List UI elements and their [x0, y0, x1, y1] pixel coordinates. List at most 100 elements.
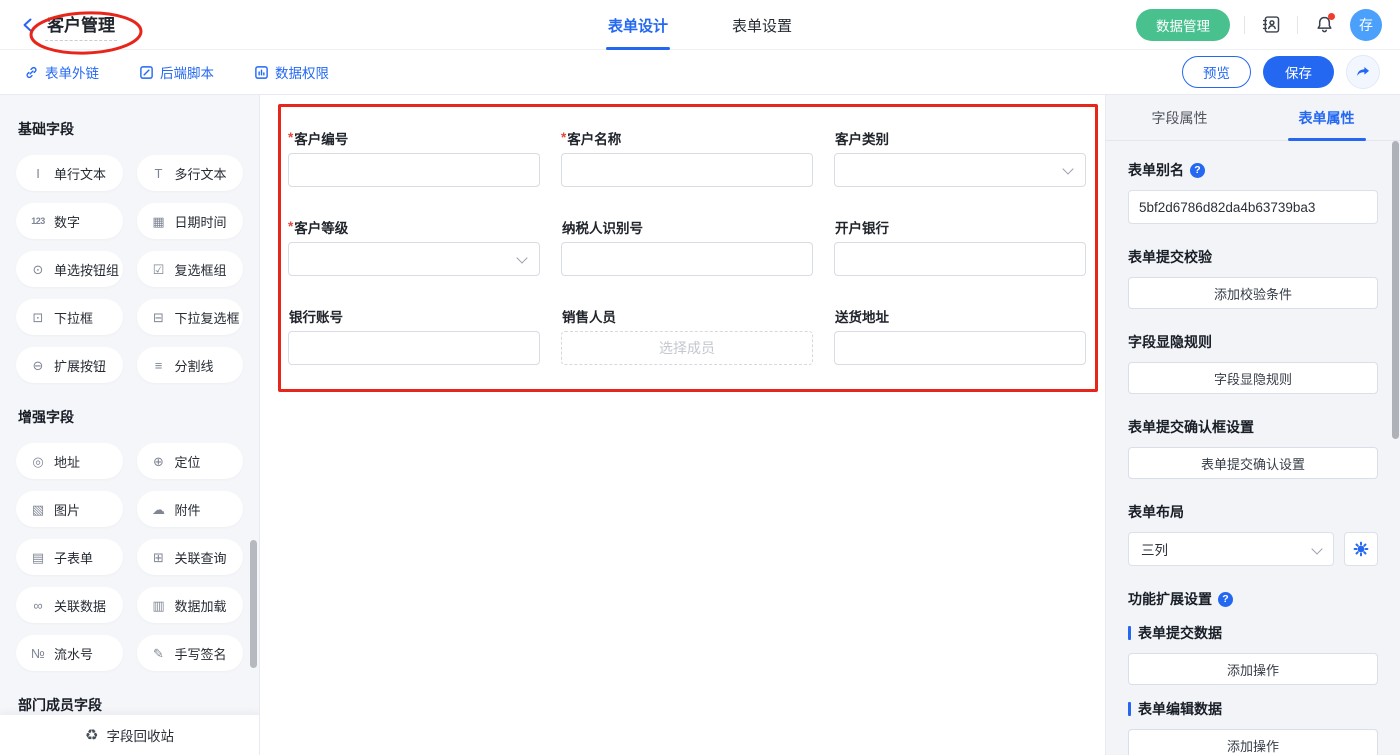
field-recycle-bin[interactable]: ♻ 字段回收站 [0, 715, 259, 755]
save-button[interactable]: 保存 [1263, 56, 1334, 88]
tab-form-settings[interactable]: 表单设置 [728, 0, 796, 50]
linked-data-icon: ∞ [29, 599, 47, 612]
submit-confirm-button[interactable]: 表单提交确认设置 [1128, 447, 1378, 479]
chevron-down-icon [1311, 543, 1322, 554]
canvas-field-customer-code[interactable]: *客户编号 [288, 128, 540, 187]
submit-confirm-label: 表单提交确认框设置 [1128, 417, 1378, 437]
panel-scrollbar[interactable] [1392, 141, 1399, 439]
serial-icon: № [29, 647, 47, 660]
canvas-field-taxpayer-id[interactable]: 纳税人识别号 [561, 217, 813, 276]
address-icon: ◎ [29, 455, 47, 468]
customer-name-input[interactable] [561, 153, 813, 187]
delivery-address-input[interactable] [834, 331, 1086, 365]
taxpayer-id-input[interactable] [561, 242, 813, 276]
field-type-checkbox-group[interactable]: ☑复选框组 [137, 251, 244, 287]
canvas-field-sales-member[interactable]: 销售人员 选择成员 [561, 306, 813, 365]
tab-form-design[interactable]: 表单设计 [604, 0, 672, 50]
field-label: 纳税人识别号 [561, 217, 813, 236]
avatar[interactable]: 存 [1350, 9, 1382, 41]
field-type-linked-query[interactable]: ⊞关联查询 [137, 539, 244, 575]
field-type-datetime[interactable]: ▦日期时间 [137, 203, 244, 239]
required-mark: * [288, 219, 293, 234]
add-check-condition-button[interactable]: 添加校验条件 [1128, 277, 1378, 309]
notification-badge [1328, 13, 1335, 20]
canvas-field-customer-category[interactable]: 客户类别 [834, 128, 1086, 187]
field-type-label: 数字 [54, 212, 80, 231]
field-type-radio-group[interactable]: ⊙单选按钮组 [16, 251, 123, 287]
field-type-serial-number[interactable]: № 流水号 [16, 635, 123, 671]
share-button[interactable] [1346, 55, 1380, 89]
canvas-field-bank-name[interactable]: 开户银行 [834, 217, 1086, 276]
field-type-divider[interactable]: ≡分割线 [137, 347, 244, 383]
field-type-attachment[interactable]: ☁附件 [137, 491, 244, 527]
layout-select[interactable]: 三列 [1128, 532, 1334, 566]
bank-name-input[interactable] [834, 242, 1086, 276]
field-type-image[interactable]: ▧图片 [16, 491, 123, 527]
field-type-signature[interactable]: ✎手写签名 [137, 635, 244, 671]
visibility-rules-button[interactable]: 字段显隐规则 [1128, 362, 1378, 394]
image-icon: ▧ [29, 503, 47, 516]
submit-data-add-button[interactable]: 添加操作 [1128, 653, 1378, 685]
field-type-label: 关联数据 [54, 596, 106, 615]
divider [1244, 16, 1245, 34]
field-type-label: 流水号 [54, 644, 93, 663]
location-icon: ⊕ [150, 455, 168, 468]
customer-level-select[interactable] [288, 242, 540, 276]
data-manage-button[interactable]: 数据管理 [1136, 9, 1230, 41]
script-icon [139, 65, 154, 80]
canvas-field-delivery-address[interactable]: 送货地址 [834, 306, 1086, 365]
multi-line-text-icon: T [150, 167, 168, 180]
layout-settings-button[interactable] [1344, 532, 1378, 566]
section-title-member-fields: 部门成员字段 [18, 695, 243, 715]
customer-category-select[interactable] [834, 153, 1086, 187]
share-arrow-icon [1354, 63, 1372, 81]
field-type-extend-button[interactable]: ⊖扩展按钮 [16, 347, 123, 383]
field-label: 银行账号 [288, 306, 540, 325]
field-type-dropdown[interactable]: ⊡下拉框 [16, 299, 123, 335]
customer-code-input[interactable] [288, 153, 540, 187]
bank-account-input[interactable] [288, 331, 540, 365]
external-link-button[interactable]: 表单外链 [24, 62, 99, 82]
backend-script-button[interactable]: 后端脚本 [139, 62, 214, 82]
field-type-single-line-text[interactable]: I单行文本 [16, 155, 123, 191]
tab-field-properties[interactable]: 字段属性 [1106, 95, 1253, 140]
field-type-number[interactable]: 123数字 [16, 203, 123, 239]
required-mark: * [288, 130, 293, 145]
page-title[interactable]: 客户管理 [45, 9, 117, 41]
sidebar-scrollbar[interactable] [250, 540, 257, 668]
extension-settings-label: 功能扩展设置 [1128, 589, 1378, 609]
field-type-label: 手写签名 [175, 644, 227, 663]
field-type-subform[interactable]: ▤子表单 [16, 539, 123, 575]
notification-bell-icon[interactable] [1312, 13, 1336, 37]
layout-select-value: 三列 [1141, 539, 1168, 559]
sales-member-picker[interactable]: 选择成员 [561, 331, 813, 365]
form-designer-app: 客户管理 表单设计 表单设置 数据管理 [0, 0, 1400, 755]
tab-form-properties[interactable]: 表单属性 [1253, 95, 1400, 140]
data-permission-label: 数据权限 [275, 62, 329, 82]
edit-data-add-button[interactable]: 添加操作 [1128, 729, 1378, 755]
data-permission-button[interactable]: 数据权限 [254, 62, 329, 82]
field-type-linked-data[interactable]: ∞ 关联数据 [16, 587, 123, 623]
form-layout-label: 表单布局 [1128, 502, 1378, 522]
chevron-down-icon [1062, 163, 1073, 174]
contacts-icon[interactable] [1259, 13, 1283, 37]
form-canvas[interactable]: *客户编号 *客户名称 客户类别 *客户等级 纳税人识别号 [260, 95, 1105, 755]
preview-button[interactable]: 预览 [1182, 56, 1251, 88]
field-type-data-load[interactable]: ▥数据加载 [137, 587, 244, 623]
chevron-down-icon [516, 252, 527, 263]
field-type-location[interactable]: ⊕定位 [137, 443, 244, 479]
field-type-label: 关联查询 [175, 548, 227, 567]
help-icon[interactable] [1218, 592, 1233, 607]
canvas-field-bank-account[interactable]: 银行账号 [288, 306, 540, 365]
divider [1297, 16, 1298, 34]
field-type-multi-line-text[interactable]: T多行文本 [137, 155, 244, 191]
checkbox-group-icon: ☑ [150, 263, 168, 276]
canvas-field-customer-level[interactable]: *客户等级 [288, 217, 540, 276]
field-type-multi-dropdown[interactable]: ⊟下拉复选框 [137, 299, 244, 335]
canvas-field-customer-name[interactable]: *客户名称 [561, 128, 813, 187]
form-alias-input[interactable] [1128, 190, 1378, 224]
help-icon[interactable] [1190, 163, 1205, 178]
back-button[interactable] [20, 17, 36, 33]
required-mark: * [561, 130, 566, 145]
field-type-address[interactable]: ◎地址 [16, 443, 123, 479]
